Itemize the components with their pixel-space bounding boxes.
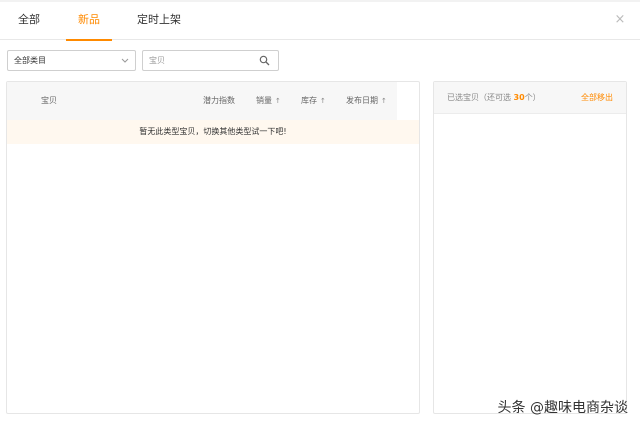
remaining-count: 30 <box>513 93 525 102</box>
category-select-value: 全部类目 <box>14 56 46 65</box>
search-box <box>142 50 279 71</box>
column-header-publish-date[interactable]: 发布日期 ↑ <box>346 82 387 120</box>
tab-bar: 全部 新品 定时上架 × <box>0 2 640 41</box>
tab-all[interactable]: 全部 <box>10 2 48 40</box>
tab-new[interactable]: 新品 <box>66 2 112 41</box>
selected-items-panel: 已选宝贝（还可选 30个） 全部移出 <box>433 81 627 414</box>
tab-scheduled[interactable]: 定时上架 <box>130 2 188 40</box>
selected-count-label: 已选宝贝（还可选 30个） <box>447 93 541 102</box>
column-header-sales[interactable]: 销量 ↑ <box>256 82 281 120</box>
column-header-item: 宝贝 <box>41 96 57 105</box>
watermark: 头条 @趣味电商杂谈 <box>497 400 628 416</box>
sort-arrow-icon: ↑ <box>320 97 326 105</box>
search-input[interactable] <box>143 51 253 70</box>
sort-arrow-icon: ↑ <box>275 97 281 105</box>
chevron-down-icon <box>121 58 129 63</box>
sort-arrow-icon: ↑ <box>381 97 387 105</box>
category-select[interactable]: 全部类目 <box>7 50 136 71</box>
column-header-stock[interactable]: 库存 ↑ <box>301 82 326 120</box>
search-icon[interactable] <box>259 55 270 66</box>
column-header-potential: 潜力指数 <box>203 96 235 105</box>
remove-all-button[interactable]: 全部移出 <box>581 82 613 114</box>
table-header: 宝贝 潜力指数 销量 ↑ 库存 ↑ 发布日期 ↑ <box>7 82 397 120</box>
product-list-panel: 宝贝 潜力指数 销量 ↑ 库存 ↑ 发布日期 ↑ 暂无此类型宝贝，切换其他类型试一下吧… <box>6 81 420 414</box>
close-icon[interactable]: × <box>612 12 628 28</box>
empty-message: 暂无此类型宝贝，切换其他类型试一下吧! <box>7 120 419 144</box>
selected-panel-header: 已选宝贝（还可选 30个） 全部移出 <box>434 82 626 114</box>
